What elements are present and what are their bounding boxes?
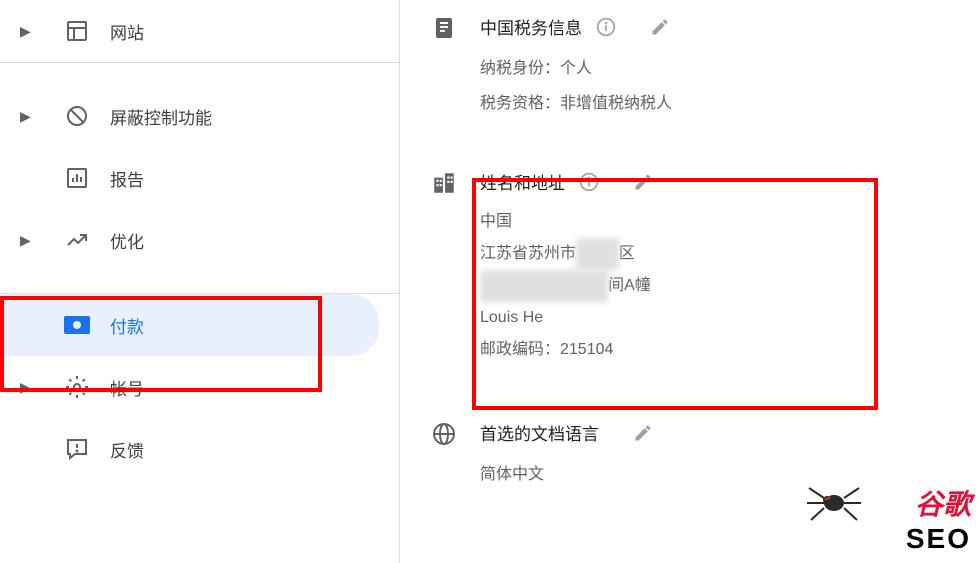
chevron-icon: ▶ bbox=[20, 232, 44, 249]
section-name-address: 姓名和地址 中国 江苏省苏州市XXXX区 XXXXXXXXXXXX间A幢 Lou… bbox=[430, 155, 949, 380]
block-icon bbox=[64, 103, 90, 129]
chevron-icon: ▶ bbox=[20, 379, 44, 396]
feedback-icon bbox=[64, 436, 90, 462]
sidebar-item-label: 网站 bbox=[110, 19, 144, 44]
sidebar-item-label: 付款 bbox=[110, 313, 144, 338]
sidebar-item-payments[interactable]: 付款 bbox=[0, 294, 379, 356]
web-icon bbox=[64, 18, 90, 44]
chevron-icon: ▶ bbox=[20, 108, 44, 125]
section-title: 中国税务信息 bbox=[480, 14, 582, 39]
building-icon bbox=[430, 169, 458, 197]
tax-qualification-row: 税务资格：非增值税纳税人 bbox=[480, 86, 949, 121]
sidebar-item-website[interactable]: ▶ 网站 bbox=[0, 0, 399, 62]
sidebar-item-label: 优化 bbox=[110, 228, 144, 253]
section-title: 姓名和地址 bbox=[480, 169, 565, 194]
watermark: 谷歌 SEO bbox=[906, 483, 971, 555]
chevron-icon: ▶ bbox=[20, 23, 44, 40]
info-icon[interactable] bbox=[596, 17, 616, 37]
sidebar-item-optimize[interactable]: ▶ 优化 bbox=[0, 209, 399, 271]
address-block: 中国 江苏省苏州市XXXX区 XXXXXXXXXXXX间A幢 Louis He … bbox=[480, 206, 949, 366]
payment-icon bbox=[64, 312, 90, 338]
edit-icon[interactable] bbox=[650, 17, 670, 37]
section-language: 首选的文档语言 简体中文 bbox=[430, 406, 949, 506]
info-icon[interactable] bbox=[579, 172, 599, 192]
sidebar-item-feedback[interactable]: 反馈 bbox=[0, 418, 399, 480]
edit-icon[interactable] bbox=[633, 172, 653, 192]
section-tax-info: 中国税务信息 纳税身份：个人 税务资格：非增值税纳税人 bbox=[430, 0, 949, 135]
sidebar-item-label: 帐号 bbox=[110, 375, 144, 400]
globe-icon bbox=[430, 420, 458, 448]
report-icon bbox=[64, 165, 90, 191]
sidebar-item-blocking[interactable]: ▶ 屏蔽控制功能 bbox=[0, 85, 399, 147]
tax-identity-row: 纳税身份：个人 bbox=[480, 51, 949, 86]
sidebar-item-account[interactable]: ▶ 帐号 bbox=[0, 356, 399, 418]
language-value: 简体中文 bbox=[480, 457, 949, 492]
optimize-icon bbox=[64, 227, 90, 253]
account-icon bbox=[64, 374, 90, 400]
section-title: 首选的文档语言 bbox=[480, 420, 599, 445]
spider-graphic bbox=[799, 478, 869, 528]
sidebar-item-reports[interactable]: 报告 bbox=[0, 147, 399, 209]
edit-icon[interactable] bbox=[633, 423, 653, 443]
sidebar-item-label: 屏蔽控制功能 bbox=[110, 104, 212, 129]
sidebar-item-label: 报告 bbox=[110, 166, 144, 191]
document-icon bbox=[430, 14, 458, 42]
sidebar-item-label: 反馈 bbox=[110, 437, 144, 462]
